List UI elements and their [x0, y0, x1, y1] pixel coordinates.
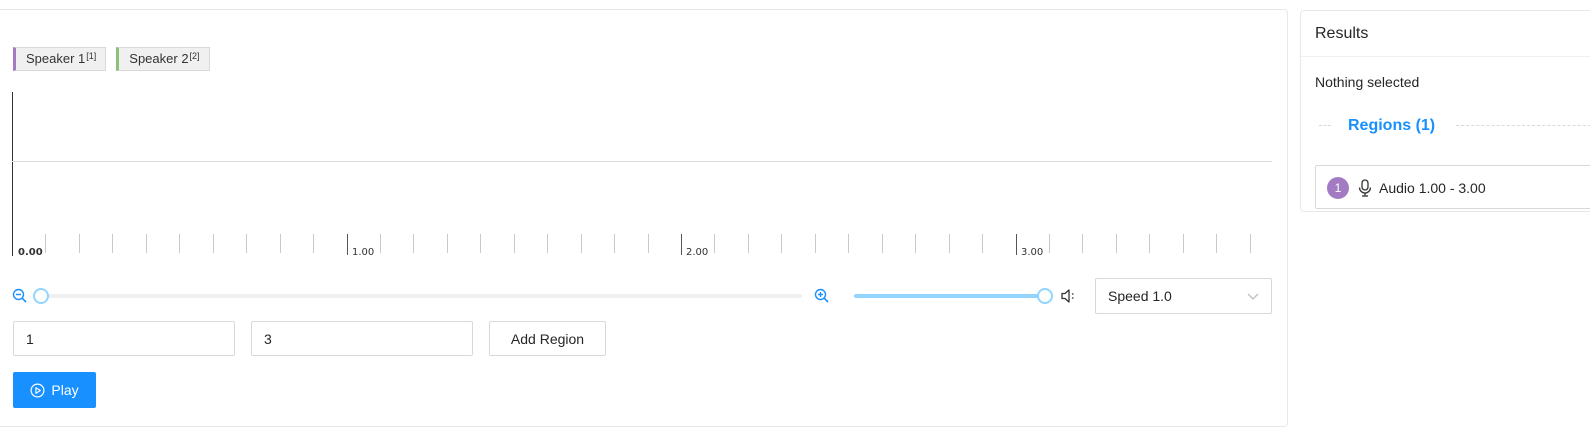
- play-button[interactable]: Play: [13, 372, 96, 408]
- nothing-selected-text: Nothing selected: [1315, 74, 1420, 90]
- speed-select[interactable]: Speed 1.0: [1095, 278, 1272, 314]
- chevron-down-icon: [1247, 293, 1259, 300]
- timeline-minor-tick: [146, 234, 147, 253]
- add-region-button[interactable]: Add Region: [489, 321, 606, 356]
- timeline-minor-tick: [1250, 234, 1251, 253]
- timeline-ruler: 0.00 1.00 2.00 3.00: [12, 92, 1272, 258]
- timeline-minor-tick: [614, 234, 615, 253]
- timeline-minor-tick: [480, 234, 481, 253]
- timeline-tick-label: 0.00: [18, 247, 43, 258]
- region-start-input[interactable]: [13, 321, 235, 356]
- timeline-minor-tick: [748, 234, 749, 253]
- results-divider: [1301, 56, 1590, 57]
- results-panel: Results Nothing selected Regions (1) 1 A…: [1300, 10, 1590, 212]
- volume-icon[interactable]: [1060, 287, 1078, 305]
- timeline-minor-tick: [1049, 234, 1050, 253]
- timeline-minor-tick: [1216, 234, 1217, 253]
- play-circle-icon: [30, 383, 45, 397]
- zoom-slider-handle[interactable]: [33, 288, 49, 304]
- timeline-minor-tick: [714, 234, 715, 253]
- timeline-minor-tick: [246, 234, 247, 253]
- timeline-minor-tick: [514, 234, 515, 253]
- timeline-major-tick: [347, 234, 348, 255]
- timeline-minor-tick: [112, 234, 113, 253]
- timeline-minor-tick: [848, 234, 849, 253]
- timeline-minor-tick: [413, 234, 414, 253]
- timeline-minor-tick: [380, 234, 381, 253]
- label-name: Speaker 2: [129, 51, 189, 66]
- label-name: Speaker 1: [26, 51, 86, 66]
- regions-divider-line: [1319, 125, 1331, 126]
- play-label: Play: [51, 382, 79, 398]
- timeline-minor-tick: [581, 234, 582, 253]
- timeline-minor-tick: [648, 234, 649, 253]
- timeline-tick-label: 3.00: [1021, 247, 1044, 258]
- label-hotkey: [2]: [189, 51, 200, 61]
- results-title: Results: [1315, 25, 1369, 42]
- timeline-minor-tick: [982, 234, 983, 253]
- timeline-minor-tick: [882, 234, 883, 253]
- volume-slider-handle[interactable]: [1037, 288, 1053, 304]
- timeline-minor-tick: [949, 234, 950, 253]
- timeline-minor-tick: [815, 234, 816, 253]
- label-speaker-2[interactable]: Speaker 2 [2]: [116, 47, 210, 71]
- timeline-tick-label: 1.00: [352, 247, 375, 258]
- add-region-label: Add Region: [510, 330, 585, 347]
- timeline-minor-tick: [280, 234, 281, 253]
- regions-divider-line: [1456, 125, 1590, 126]
- zoom-slider-track[interactable]: [38, 294, 802, 298]
- region-index-badge: 1: [1327, 177, 1349, 199]
- label-selector: Speaker 1 [1] Speaker 2 [2]: [13, 47, 210, 71]
- timeline-minor-tick: [547, 234, 548, 253]
- label-speaker-1[interactable]: Speaker 1 [1]: [13, 47, 107, 71]
- region-list-item[interactable]: 1 Audio 1.00 - 3.00: [1315, 165, 1590, 209]
- timeline-minor-tick: [45, 234, 46, 253]
- timeline-minor-tick: [79, 234, 80, 253]
- microphone-icon: [1358, 179, 1372, 197]
- timeline-major-tick: [1016, 234, 1017, 255]
- waveform[interactable]: 0.00 1.00 2.00 3.00: [12, 92, 1272, 258]
- volume-slider-track[interactable]: [854, 294, 1044, 298]
- timeline-minor-tick: [179, 234, 180, 253]
- timeline-minor-tick: [781, 234, 782, 253]
- timeline-minor-tick: [447, 234, 448, 253]
- zoom-control: [12, 286, 829, 306]
- regions-heading: Regions (1): [1348, 117, 1436, 134]
- zoom-out-icon[interactable]: [12, 288, 28, 304]
- label-hotkey: [1]: [86, 51, 97, 61]
- timeline-minor-tick: [915, 234, 916, 253]
- zoom-in-icon[interactable]: [814, 288, 830, 304]
- timeline-minor-tick: [1082, 234, 1083, 253]
- timeline-minor-tick: [1149, 234, 1150, 253]
- timeline-minor-tick: [1183, 234, 1184, 253]
- timeline-minor-tick: [313, 234, 314, 253]
- timeline-minor-tick: [213, 234, 214, 253]
- speed-value: Speed 1.0: [1108, 288, 1172, 304]
- timeline-tick-label: 2.00: [686, 247, 709, 258]
- region-end-input[interactable]: [251, 321, 473, 356]
- timeline-minor-tick: [1116, 234, 1117, 253]
- region-text: Audio 1.00 - 3.00: [1379, 180, 1486, 196]
- timeline-major-tick: [681, 234, 682, 255]
